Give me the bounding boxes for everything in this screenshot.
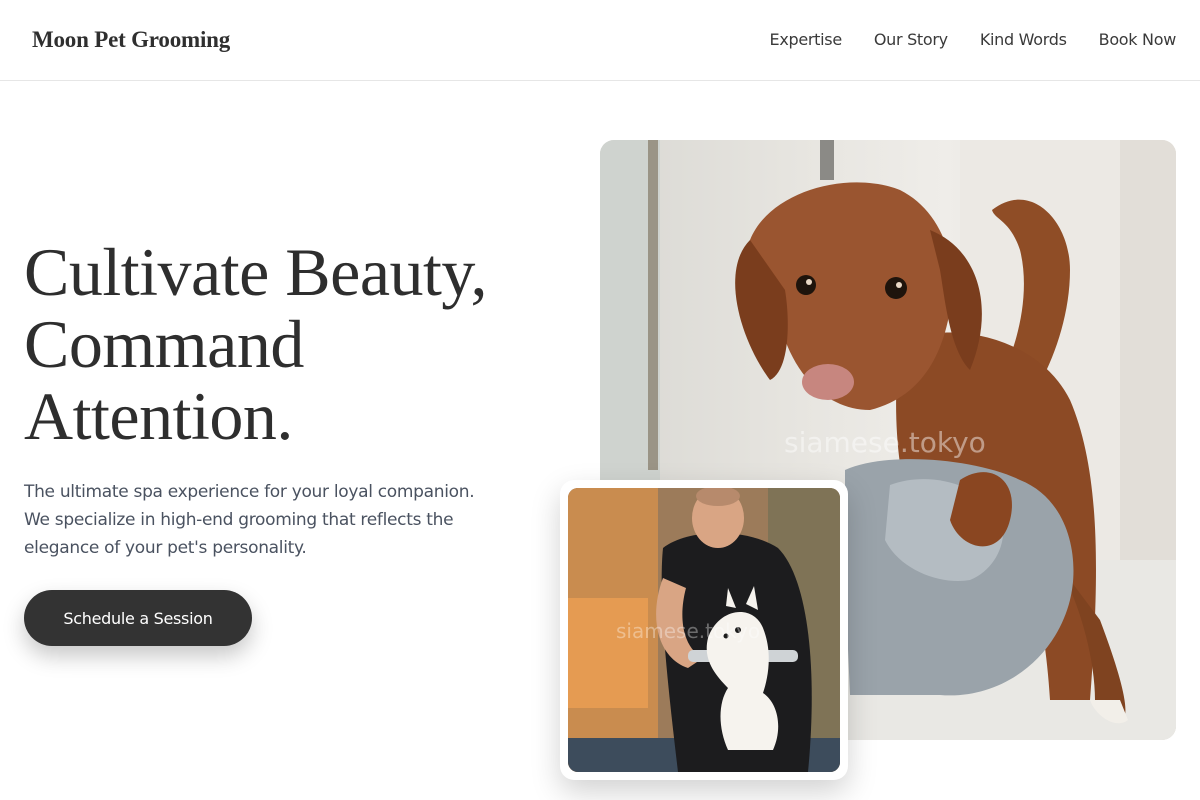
nav-link-expertise[interactable]: Expertise: [770, 30, 843, 49]
brand-logo[interactable]: Moon Pet Grooming: [32, 27, 230, 53]
hero-headline: Cultivate Beauty, Command Attention.: [24, 236, 564, 452]
photo-watermark: siamese.tokyo: [616, 619, 760, 643]
groomer-photo-card: siamese.tokyo: [560, 480, 848, 780]
photo-watermark: siamese.tokyo: [784, 426, 986, 459]
groomer-with-pomeranian-illustration: siamese.tokyo: [568, 488, 840, 772]
hero-subtext: The ultimate spa experience for your loy…: [24, 482, 475, 558]
hero-copy: Cultivate Beauty, Command Attention. The…: [24, 236, 564, 562]
headline-line: Command: [24, 306, 304, 382]
site-header: Moon Pet Grooming Expertise Our Story Ki…: [0, 0, 1200, 81]
headline-line: Attention.: [24, 378, 293, 454]
main-nav: Expertise Our Story Kind Words Book Now: [770, 30, 1177, 49]
headline-line: Cultivate Beauty,: [24, 234, 487, 310]
schedule-session-button[interactable]: Schedule a Session: [24, 590, 252, 646]
groomer-photo: siamese.tokyo: [568, 488, 840, 772]
nav-link-book-now[interactable]: Book Now: [1099, 30, 1177, 49]
nav-link-our-story[interactable]: Our Story: [874, 30, 948, 49]
nav-link-kind-words[interactable]: Kind Words: [980, 30, 1067, 49]
